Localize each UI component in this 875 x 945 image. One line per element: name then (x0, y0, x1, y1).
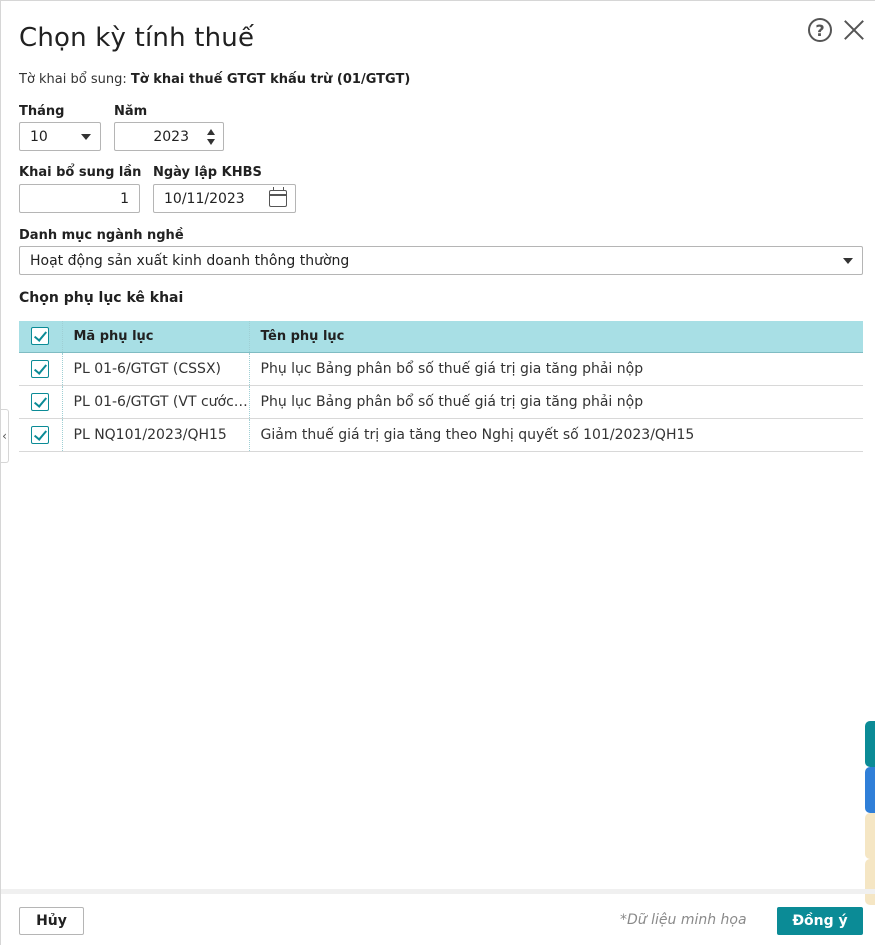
row-checkbox-cell (19, 418, 63, 452)
row-checkbox[interactable] (31, 425, 50, 444)
supplement-value: 1 (120, 190, 129, 207)
cancel-button[interactable]: Hủy (19, 907, 84, 935)
industry-select[interactable]: Hoạt động sản xuất kinh doanh thông thườ… (19, 246, 863, 275)
declaration-label: Tờ khai bổ sung: (19, 72, 127, 87)
row-code: PL 01-6/GTGT (VT cước… (62, 385, 250, 419)
chevron-left-icon: ‹ (2, 429, 7, 443)
dialog-title: Chọn kỳ tính thuế (19, 23, 255, 53)
side-tab-1[interactable] (865, 721, 875, 767)
table-row[interactable]: PL NQ101/2023/QH15 Giảm thuế giá trị gia… (19, 418, 863, 452)
month-label: Tháng (19, 104, 65, 119)
year-stepper[interactable]: 2023 (114, 122, 224, 151)
appendix-section-label: Chọn phụ lục kê khai (19, 290, 184, 306)
appendix-table: Mã phụ lục Tên phụ lục PL 01-6/GTGT (CSS… (19, 321, 863, 452)
date-label: Ngày lập KHBS (153, 165, 262, 180)
row-checkbox[interactable] (31, 392, 50, 411)
industry-value: Hoạt động sản xuất kinh doanh thông thườ… (30, 252, 350, 269)
side-tab-4[interactable] (865, 859, 875, 905)
year-value: 2023 (153, 128, 189, 145)
close-icon[interactable] (842, 17, 866, 41)
table-row[interactable]: PL 01-6/GTGT (CSSX) Phụ lục Bảng phân bổ… (19, 352, 863, 386)
confirm-button[interactable]: Đồng ý (777, 907, 863, 935)
date-input[interactable]: 10/11/2023 (153, 184, 296, 213)
footer-divider (1, 889, 875, 894)
row-code: PL NQ101/2023/QH15 (62, 418, 250, 452)
column-header-code[interactable]: Mã phụ lục (62, 321, 250, 353)
row-checkbox-cell (19, 352, 63, 386)
row-name: Giảm thuế giá trị gia tăng theo Nghị quy… (249, 418, 863, 452)
side-tab-3[interactable] (865, 813, 875, 859)
side-tabs (865, 721, 875, 905)
row-name: Phụ lục Bảng phân bổ số thuế giá trị gia… (249, 385, 863, 419)
select-all-checkbox[interactable] (31, 327, 50, 346)
spin-up-icon[interactable] (207, 128, 215, 135)
table-header-row: Mã phụ lục Tên phụ lục (19, 321, 863, 353)
choose-tax-period-dialog: Chọn kỳ tính thuế ? Tờ khai bổ sung: Tờ … (0, 0, 875, 945)
table-row[interactable]: PL 01-6/GTGT (VT cước… Phụ lục Bảng phân… (19, 385, 863, 419)
column-header-name[interactable]: Tên phụ lục (249, 321, 863, 353)
collapse-handle[interactable]: ‹ (1, 409, 9, 463)
month-value: 10 (30, 128, 48, 145)
chevron-down-icon (81, 133, 91, 140)
row-name: Phụ lục Bảng phân bổ số thuế giá trị gia… (249, 352, 863, 386)
side-tab-2[interactable] (865, 767, 875, 813)
date-value: 10/11/2023 (164, 190, 245, 207)
month-select[interactable]: 10 (19, 122, 101, 151)
supplement-label: Khai bổ sung lần (19, 165, 142, 180)
year-spinner[interactable] (199, 123, 223, 150)
header-checkbox-cell (19, 321, 63, 353)
industry-label: Danh mục ngành nghề (19, 228, 184, 243)
help-icon[interactable]: ? (808, 18, 832, 42)
declaration-line: Tờ khai bổ sung: Tờ khai thuế GTGT khấu … (19, 72, 410, 87)
year-label: Năm (114, 104, 148, 119)
chevron-down-icon (843, 257, 853, 264)
row-checkbox[interactable] (31, 359, 50, 378)
row-checkbox-cell (19, 385, 63, 419)
row-code: PL 01-6/GTGT (CSSX) (62, 352, 250, 386)
demo-data-note: *Dữ liệu minh họa (620, 912, 747, 928)
calendar-icon[interactable] (269, 187, 287, 207)
spin-down-icon[interactable] (207, 138, 215, 145)
supplement-number-input[interactable]: 1 (19, 184, 140, 213)
declaration-value: Tờ khai thuế GTGT khấu trừ (01/GTGT) (130, 72, 411, 87)
